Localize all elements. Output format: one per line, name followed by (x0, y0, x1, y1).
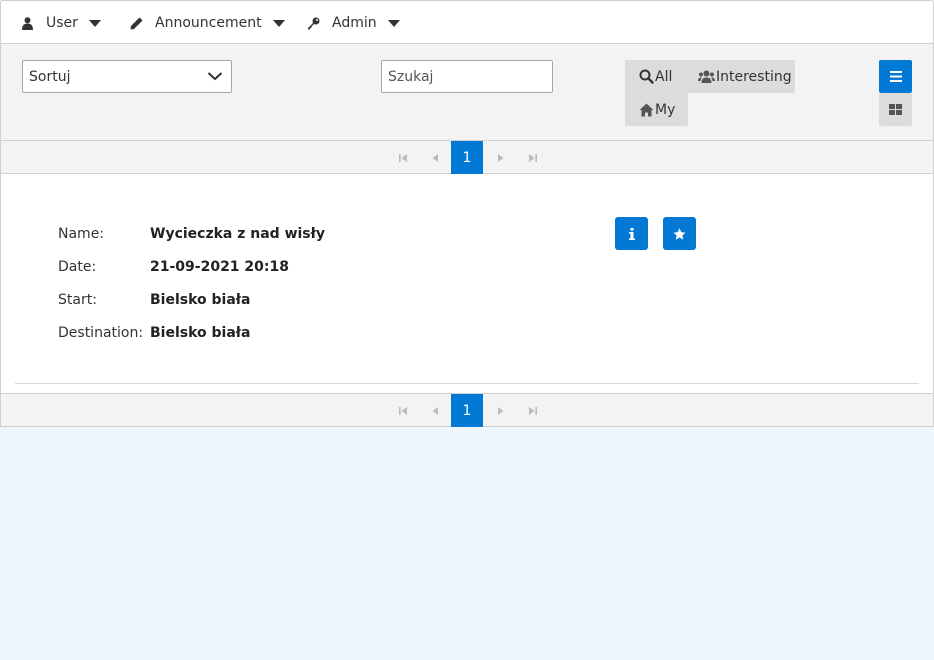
date-label: Date: (58, 259, 97, 275)
top-menubar: User Announcement Admin (0, 0, 934, 44)
user-icon (20, 16, 34, 30)
start-value: Bielsko biała (150, 292, 251, 308)
last-page-button[interactable] (517, 394, 549, 427)
first-page-icon (399, 406, 407, 415)
toolbar: Sortuj All Interesting My (1, 43, 933, 141)
pencil-icon (129, 16, 143, 30)
divider (15, 383, 919, 384)
prev-page-button[interactable] (419, 141, 451, 174)
filter-interesting-label: Interesting (716, 68, 792, 85)
current-page-button[interactable]: 1 (451, 394, 483, 427)
menu-user-label: User (46, 15, 78, 31)
search-icon (639, 69, 654, 84)
destination-value: Bielsko biała (150, 325, 251, 341)
filter-interesting-button[interactable]: Interesting (687, 60, 795, 93)
info-icon (628, 227, 635, 240)
filter-all-button[interactable]: All (625, 60, 687, 93)
first-page-button[interactable] (387, 394, 419, 427)
menu-announcement-label: Announcement (155, 15, 262, 31)
last-page-icon (529, 153, 537, 162)
users-icon (698, 70, 715, 83)
list-icon (889, 71, 902, 82)
filter-my-label: My (655, 101, 676, 118)
chevron-down-icon (207, 70, 223, 86)
prev-page-icon (432, 153, 438, 162)
current-page-button[interactable]: 1 (451, 141, 483, 174)
next-page-icon (498, 153, 504, 162)
menu-announcement[interactable]: Announcement (129, 1, 285, 45)
favorite-button[interactable] (663, 217, 696, 250)
paginator-top: 1 (1, 141, 933, 174)
menu-admin[interactable]: Admin (306, 1, 400, 45)
destination-label: Destination: (58, 325, 144, 341)
star-icon (673, 227, 686, 240)
filter-my-button[interactable]: My (625, 93, 688, 126)
menu-user[interactable]: User (20, 1, 101, 45)
grid-icon (889, 104, 902, 115)
first-page-icon (399, 153, 407, 162)
next-page-button[interactable] (485, 394, 517, 427)
list-view-button[interactable] (879, 60, 912, 93)
last-page-icon (529, 406, 537, 415)
main-panel: Sortuj All Interesting My (0, 43, 934, 427)
caret-down-icon (272, 19, 285, 27)
grid-view-button[interactable] (879, 93, 912, 126)
last-page-button[interactable] (517, 141, 549, 174)
prev-page-button[interactable] (419, 394, 451, 427)
caret-down-icon (88, 19, 101, 27)
name-value: Wycieczka z nad wisły (150, 226, 325, 242)
home-icon (639, 103, 654, 116)
menu-admin-label: Admin (332, 15, 377, 31)
start-label: Start: (58, 292, 97, 308)
filter-all-label: All (655, 68, 673, 85)
prev-page-icon (432, 406, 438, 415)
caret-down-icon (387, 19, 400, 27)
paginator-bottom: 1 (1, 393, 933, 427)
info-button[interactable] (615, 217, 648, 250)
date-value: 21-09-2021 20:18 (150, 259, 289, 275)
name-label: Name: (58, 226, 105, 242)
sort-dropdown-value: Sortuj (29, 68, 71, 85)
key-icon (306, 16, 320, 30)
next-page-icon (498, 406, 504, 415)
sort-dropdown[interactable]: Sortuj (22, 60, 232, 93)
first-page-button[interactable] (387, 141, 419, 174)
search-input[interactable] (381, 60, 553, 93)
next-page-button[interactable] (485, 141, 517, 174)
